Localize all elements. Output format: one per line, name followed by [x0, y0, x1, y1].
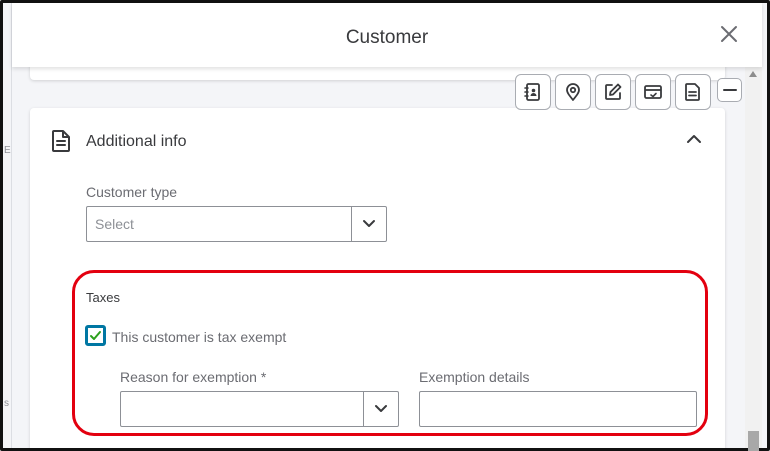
- vertical-scrollbar[interactable]: [745, 67, 762, 451]
- chevron-down-icon: [363, 220, 375, 227]
- dropdown-toggle[interactable]: [363, 392, 398, 426]
- background-page-strip: E s: [3, 3, 12, 448]
- chevron-down-icon: [375, 405, 387, 412]
- customer-type-placeholder: Select: [95, 216, 134, 232]
- close-icon: [721, 26, 737, 42]
- panel-header: Customer: [12, 3, 762, 67]
- scroll-thumb[interactable]: [748, 431, 759, 451]
- payment-card-icon: [644, 85, 662, 99]
- minimize-icon: [722, 89, 737, 91]
- tax-exempt-checkbox[interactable]: [85, 325, 106, 346]
- section-title: Additional info: [86, 133, 187, 150]
- document-icon: [50, 129, 72, 153]
- panel-title: Customer: [345, 27, 429, 48]
- location-button[interactable]: [555, 74, 591, 110]
- background-text-fragment: s: [4, 398, 9, 409]
- checkmark-icon: [90, 331, 101, 340]
- close-button[interactable]: [718, 23, 740, 45]
- exemption-details-label: Exemption details: [419, 369, 530, 385]
- additional-info-section: Additional info Customer type Select Tax…: [30, 108, 725, 448]
- scroll-up-arrow[interactable]: [749, 71, 757, 77]
- edit-note-icon: [605, 83, 622, 100]
- contact-book-icon: [524, 83, 540, 101]
- background-page-strip: [762, 3, 767, 448]
- customer-type-select[interactable]: Select: [86, 206, 387, 242]
- reason-for-exemption-select[interactable]: [120, 391, 399, 427]
- dropdown-toggle[interactable]: [351, 207, 386, 241]
- collapse-section-button[interactable]: [683, 128, 705, 150]
- taxes-heading: Taxes: [86, 290, 120, 305]
- chevron-up-icon: [687, 135, 701, 143]
- edit-note-button[interactable]: [595, 74, 631, 110]
- tax-exempt-label[interactable]: This customer is tax exempt: [112, 329, 286, 345]
- document-icon: [685, 83, 700, 101]
- customer-type-label: Customer type: [86, 184, 178, 200]
- reason-for-exemption-label: Reason for exemption *: [120, 369, 267, 385]
- contact-book-button[interactable]: [515, 74, 551, 110]
- panel-body: Additional info Customer type Select Tax…: [12, 67, 745, 448]
- payment-button[interactable]: [635, 74, 671, 110]
- exemption-details-input[interactable]: [419, 391, 697, 427]
- additional-info-button[interactable]: [675, 74, 711, 110]
- location-pin-icon: [566, 83, 580, 101]
- minimize-toolbar-button[interactable]: [717, 78, 742, 102]
- background-text-fragment: E: [4, 145, 11, 156]
